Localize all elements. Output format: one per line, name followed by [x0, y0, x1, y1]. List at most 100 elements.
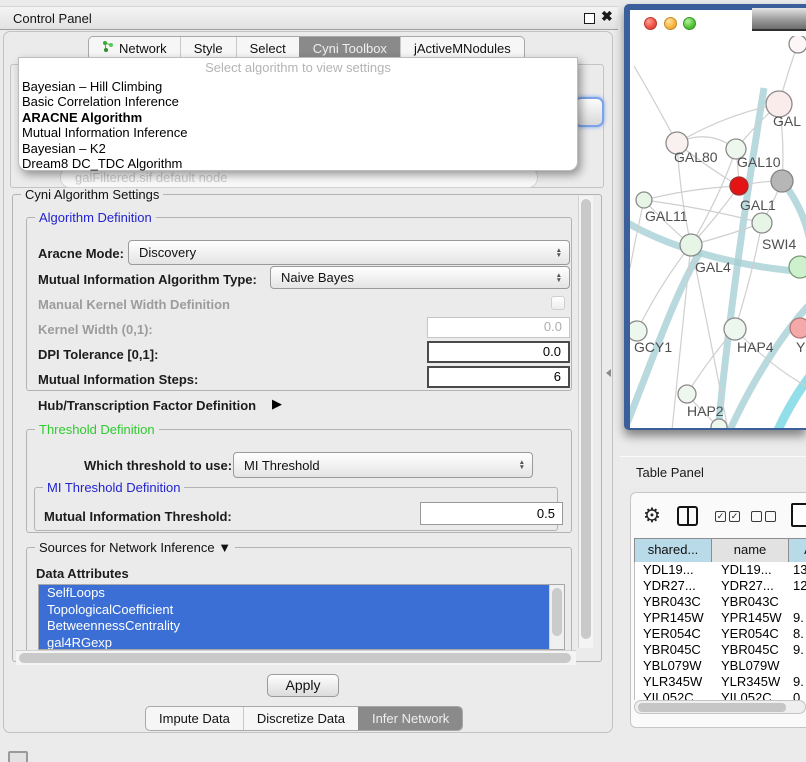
- horizontal-scrollbar-thumb[interactable]: [19, 653, 571, 663]
- aracne-mode-combo[interactable]: Discovery ▲▼: [128, 240, 570, 265]
- node-gcy1[interactable]: [630, 321, 647, 341]
- algorithm-option-aracne-algorithm[interactable]: ARACNE Algorithm: [19, 110, 577, 125]
- table-cell: YBR043C: [713, 594, 790, 610]
- algorithm-option-mutual-information-inference[interactable]: Mutual Information Inference: [19, 125, 577, 140]
- node-salmon-label: Y: [796, 339, 806, 355]
- splitter-arrow-icon[interactable]: [606, 369, 611, 377]
- table-scrollbar-thumb[interactable]: [638, 703, 786, 712]
- network-edge[interactable]: [644, 186, 739, 200]
- table-cell: YBL079W: [635, 658, 713, 674]
- bottom-tabbar: Impute DataDiscretize DataInfer Network: [145, 706, 463, 731]
- algorithm-option-bayesian-hill-climbing[interactable]: Bayesian – Hill Climbing: [19, 79, 577, 94]
- network-canvas[interactable]: GALGAL80GAL10GAL1GAL11GAL4SWI4GCY1HAP4YH…: [630, 36, 806, 428]
- table-cell: YBL079W: [713, 658, 790, 674]
- attribute-item-betweennesscentrality[interactable]: BetweennessCentrality: [39, 618, 549, 635]
- algorithm-combo-focused[interactable]: [574, 97, 604, 127]
- mi-threshold-field[interactable]: 0.5: [420, 502, 563, 525]
- table-row[interactable]: YBR045CYBR045C9.: [635, 642, 806, 658]
- kernel-width-field: 0.0: [427, 317, 570, 338]
- float-window-icon[interactable]: [584, 13, 595, 24]
- table-row[interactable]: YBR043CYBR043C: [635, 594, 806, 610]
- attribute-item-topologicalcoefficient[interactable]: TopologicalCoefficient: [39, 602, 549, 619]
- table-cell: YLR345W: [635, 674, 713, 690]
- table-horizontal-scrollbar[interactable]: [634, 700, 806, 714]
- dpi-tolerance-field[interactable]: 0.0: [427, 341, 570, 363]
- algorithm-option-dream8-dc-tdc-algorithm[interactable]: Dream8 DC_TDC Algorithm: [19, 156, 577, 171]
- minimized-panel-icon[interactable]: [8, 751, 28, 762]
- list-scrollbar-thumb[interactable]: [552, 588, 562, 636]
- column-header-name[interactable]: name: [712, 539, 789, 562]
- select-all-icon[interactable]: ✓: [715, 511, 726, 522]
- data-attributes-list[interactable]: SelfLoopsTopologicalCoefficientBetweenne…: [38, 584, 565, 650]
- mi-type-label: Mutual Information Algorithm Type:: [38, 272, 257, 287]
- node-red[interactable]: [730, 177, 748, 195]
- table-row[interactable]: YLR345WYLR345W9.: [635, 674, 806, 690]
- node-gal1[interactable]: [752, 213, 772, 233]
- table-cell: 9.: [790, 610, 806, 626]
- table-row[interactable]: YIL052CYIL052C0: [635, 690, 806, 700]
- zoom-traffic-icon[interactable]: [683, 17, 696, 30]
- tab-discretize-data[interactable]: Discretize Data: [243, 707, 358, 730]
- network-window[interactable]: GALGAL80GAL10GAL1GAL11GAL4SWI4GCY1HAP4YH…: [624, 4, 806, 430]
- node-hap4[interactable]: [724, 318, 746, 340]
- node-gal4-label: GAL4: [695, 259, 731, 275]
- close-traffic-icon[interactable]: [644, 17, 657, 30]
- mi-steps-field[interactable]: 6: [427, 366, 570, 388]
- node-hap2[interactable]: [678, 385, 696, 403]
- mi-type-combo[interactable]: Naive Bayes ▲▼: [270, 266, 570, 289]
- node-gal4[interactable]: [680, 234, 702, 256]
- select-all-icon[interactable]: ✓: [729, 511, 740, 522]
- stepper-icon: ▲▼: [519, 460, 525, 470]
- expand-arrow-icon[interactable]: ▶: [272, 396, 282, 412]
- column-header-shared-[interactable]: shared...: [634, 539, 712, 562]
- node-green-right[interactable]: [789, 256, 806, 278]
- deselect-all-icon[interactable]: [765, 511, 776, 522]
- sources-group-title: Sources for Network Inference ▼: [35, 540, 235, 555]
- node-gal-cut-label: GAL: [773, 113, 801, 129]
- column-header-a[interactable]: A: [789, 539, 806, 562]
- collapse-arrow-icon[interactable]: ▼: [218, 540, 231, 555]
- algorithm-options: Bayesian – Hill ClimbingBasic Correlatio…: [19, 79, 577, 171]
- table-row[interactable]: YPR145WYPR145W9.: [635, 610, 806, 626]
- manual-kernel-checkbox[interactable]: [551, 296, 565, 310]
- table-row[interactable]: YDR27...YDR27...12: [635, 578, 806, 594]
- tab-infer-network[interactable]: Infer Network: [358, 707, 462, 730]
- which-threshold-combo[interactable]: MI Threshold ▲▼: [233, 452, 533, 478]
- hub-section-label[interactable]: Hub/Transcription Factor Definition: [38, 398, 256, 413]
- table-row[interactable]: YER054CYER054C8.: [635, 626, 806, 642]
- list-scrollbar[interactable]: [549, 585, 564, 649]
- node-gray[interactable]: [771, 170, 793, 192]
- network-icon: [102, 40, 114, 57]
- which-threshold-label: Which threshold to use:: [84, 458, 232, 473]
- node-hap4-label: HAP4: [737, 339, 774, 355]
- algorithm-option-bayesian-k2[interactable]: Bayesian – K2: [19, 141, 577, 156]
- minimize-traffic-icon[interactable]: [664, 17, 677, 30]
- node-top-partial[interactable]: [789, 36, 806, 53]
- network-edge[interactable]: [634, 66, 677, 143]
- close-icon[interactable]: ✖: [601, 8, 613, 25]
- table-cell: YPR145W: [635, 610, 713, 626]
- which-threshold-value: MI Threshold: [244, 458, 320, 473]
- apply-button[interactable]: Apply: [267, 674, 339, 697]
- settings-horizontal-scrollbar[interactable]: [16, 650, 576, 665]
- sources-title-text: Sources for Network Inference: [39, 540, 215, 555]
- attribute-item-gal4rgexp[interactable]: gal4RGexp: [39, 635, 549, 651]
- node-bottom[interactable]: [711, 419, 727, 428]
- table-row[interactable]: YBL079WYBL079W: [635, 658, 806, 674]
- tab-impute-data[interactable]: Impute Data: [146, 707, 243, 730]
- table-row[interactable]: YDL19...YDL19...13: [635, 562, 806, 578]
- stepper-icon: ▲▼: [556, 248, 562, 258]
- settings-gear-icon[interactable]: ⚙: [643, 503, 661, 528]
- settings-vertical-scrollbar[interactable]: [578, 196, 593, 648]
- aracne-mode-label: Aracne Mode:: [38, 246, 124, 261]
- algorithm-option-basic-correlation-inference[interactable]: Basic Correlation Inference: [19, 94, 577, 109]
- table-cell: YER054C: [635, 626, 713, 642]
- node-gal11[interactable]: [636, 192, 652, 208]
- vertical-scrollbar-thumb[interactable]: [581, 199, 591, 639]
- deselect-all-icon[interactable]: [751, 511, 762, 522]
- data-attributes-label: Data Attributes: [36, 566, 129, 581]
- split-columns-icon[interactable]: [677, 506, 698, 526]
- table-icon[interactable]: [791, 503, 806, 527]
- node-salmon[interactable]: [790, 318, 806, 338]
- attribute-item-selfloops[interactable]: SelfLoops: [39, 585, 549, 602]
